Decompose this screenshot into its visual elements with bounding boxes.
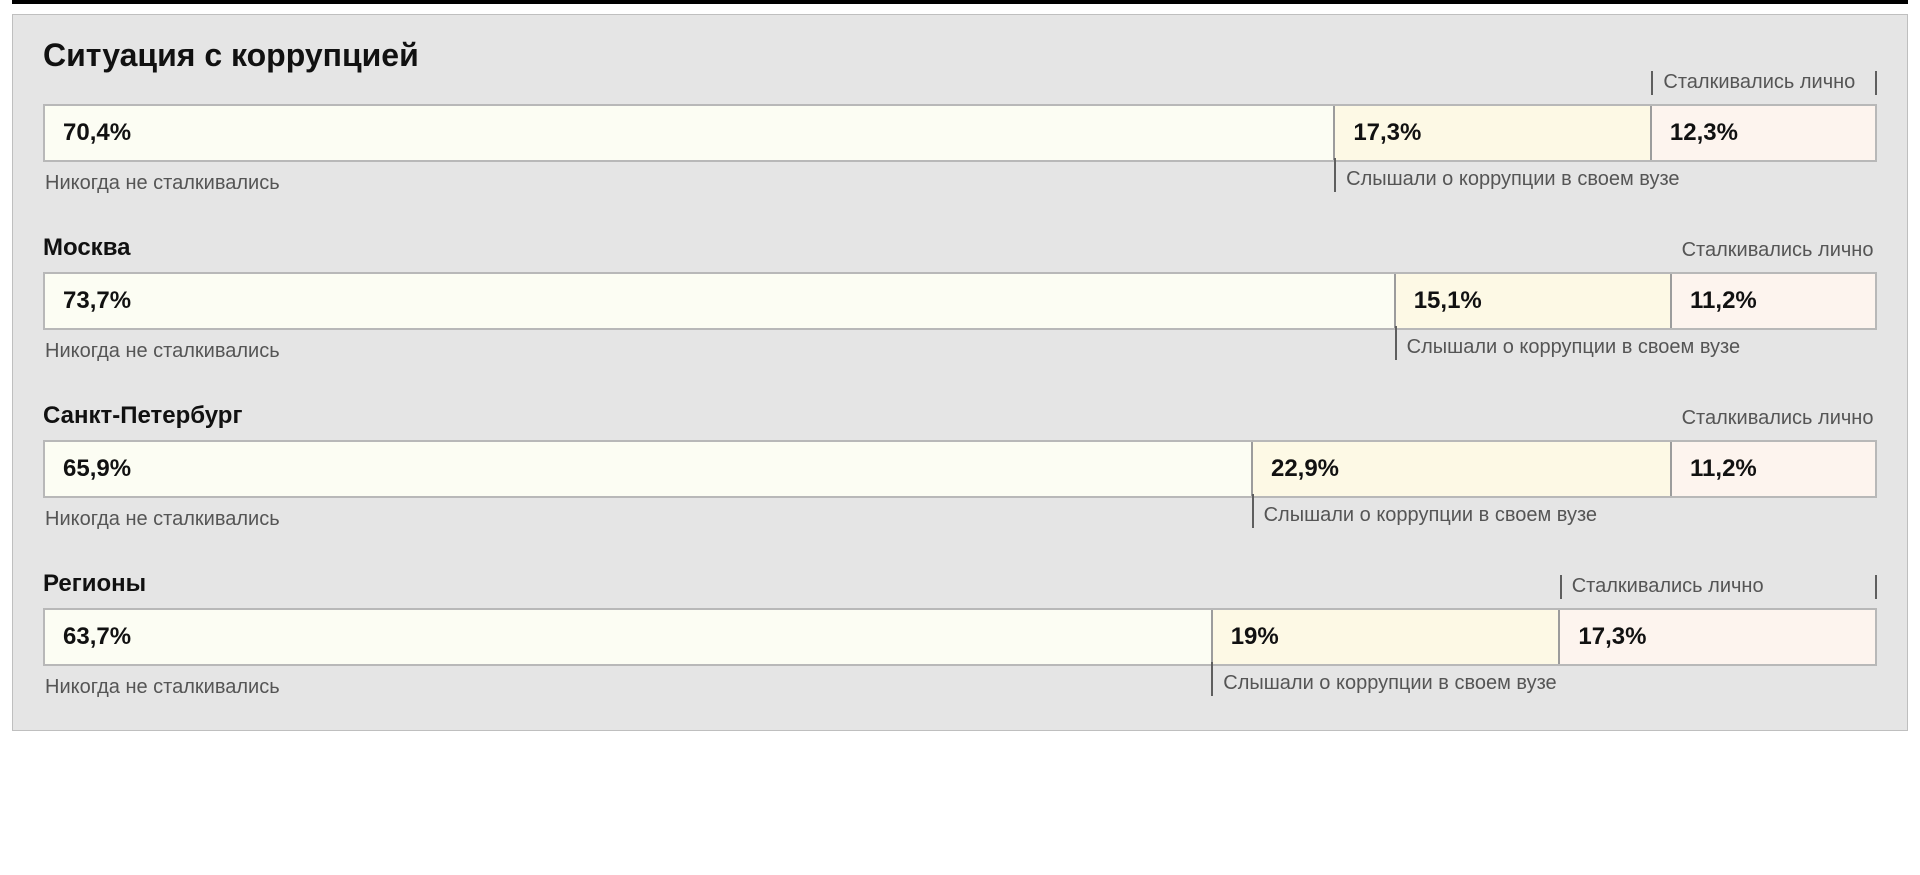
label-personal: Сталкивались лично [1562, 575, 1875, 600]
bar-segment: 15,1% [1394, 274, 1670, 328]
top-annotation: Сталкивались лично [1672, 239, 1877, 264]
label-heard-wrap: Слышали о коррупции в своем вузе [1211, 662, 1556, 696]
label-heard-wrap: Слышали о коррупции в своем вузе [1334, 158, 1679, 192]
divider [1875, 575, 1877, 599]
bar-segment-value: 70,4% [63, 119, 131, 147]
bar-segment-value: 63,7% [63, 623, 131, 651]
label-heard: Слышали о коррупции в своем вузе [1223, 662, 1556, 695]
stacked-bar: 70,4% 17,3% 12,3% [43, 104, 1877, 162]
label-never: Никогда не сталкивались [43, 676, 280, 704]
corruption-chart-panel: Ситуация с коррупцией Сталкивались лично… [12, 14, 1908, 731]
bar-segment: 19% [1211, 610, 1559, 664]
label-never: Никогда не сталкивались [43, 172, 280, 200]
bar-segment-value: 73,7% [63, 287, 131, 315]
stacked-bar: 63,7% 19% 17,3% [43, 608, 1877, 666]
top-annotation: Сталкивались лично [1651, 71, 1877, 96]
label-heard-wrap: Слышали о коррупции в своем вузе [1395, 326, 1740, 360]
group-name: Регионы [43, 570, 146, 598]
top-annotation: Сталкивались лично [1560, 575, 1877, 600]
divider [1395, 326, 1397, 360]
bar-segment-value: 19% [1231, 623, 1279, 651]
bar-segment-value: 65,9% [63, 455, 131, 483]
group-name: Санкт-Петербург [43, 402, 242, 430]
bar-segment: 11,2% [1670, 274, 1875, 328]
bar-segment: 73,7% [45, 274, 1394, 328]
bar-segment: 70,4% [45, 106, 1333, 160]
label-heard: Слышали о коррупции в своем вузе [1407, 326, 1740, 359]
stacked-bar: 65,9% 22,9% 11,2% [43, 440, 1877, 498]
bar-segment: 11,2% [1670, 442, 1875, 496]
group-footer: Никогда не сталкивалисьСлышали о коррупц… [43, 676, 1877, 704]
label-never: Никогда не сталкивались [43, 508, 280, 536]
chart-group: Санкт-Петербург Сталкивались лично 65,9% 22… [43, 402, 1877, 536]
chart-group: Сталкивались лично70,4%17,3%12,3%Никогда… [43, 94, 1877, 200]
bar-segment-value: 12,3% [1670, 119, 1738, 147]
divider [1211, 662, 1213, 696]
chart-group: Регионы Сталкивались лично 63,7% 19% 17,3% Ни… [43, 570, 1877, 704]
label-heard: Слышали о коррупции в своем вузе [1264, 494, 1597, 527]
bar-segment: 65,9% [45, 442, 1251, 496]
bar-segment-value: 11,2% [1690, 287, 1757, 315]
group-name: Москва [43, 234, 130, 262]
bar-segment-value: 15,1% [1414, 287, 1482, 315]
bar-segment: 12,3% [1650, 106, 1875, 160]
group-footer: Никогда не сталкивалисьСлышали о коррупц… [43, 172, 1877, 200]
bar-segment-value: 11,2% [1690, 455, 1757, 483]
bar-segment: 63,7% [45, 610, 1211, 664]
label-personal: Сталкивались лично [1672, 407, 1888, 432]
group-header: Санкт-Петербург Сталкивались лично [43, 402, 1877, 430]
group-header: Москва Сталкивались лично [43, 234, 1877, 262]
stacked-bar: 73,7% 15,1% 11,2% [43, 272, 1877, 330]
group-footer: Никогда не сталкивалисьСлышали о коррупц… [43, 340, 1877, 368]
bar-segment: 17,3% [1333, 106, 1650, 160]
bar-segment-value: 22,9% [1271, 455, 1339, 483]
bar-segment: 22,9% [1251, 442, 1670, 496]
group-header: Регионы Сталкивались лично [43, 570, 1877, 598]
label-never: Никогда не сталкивались [43, 340, 280, 368]
top-border [12, 0, 1908, 4]
bar-segment: 17,3% [1558, 610, 1875, 664]
chart-title: Ситуация с коррупцией [43, 37, 1877, 74]
divider [1252, 494, 1254, 528]
bar-segment-value: 17,3% [1578, 623, 1646, 651]
bar-segment-value: 17,3% [1353, 119, 1421, 147]
group-footer: Никогда не сталкивалисьСлышали о коррупц… [43, 508, 1877, 536]
label-heard: Слышали о коррупции в своем вузе [1346, 158, 1679, 191]
label-personal: Сталкивались лично [1672, 239, 1888, 264]
label-heard-wrap: Слышали о коррупции в своем вузе [1252, 494, 1597, 528]
divider [1875, 71, 1877, 95]
chart-group: Москва Сталкивались лично 73,7% 15,1% 11,2% Н… [43, 234, 1877, 368]
label-personal: Сталкивались лично [1653, 71, 1875, 96]
divider [1334, 158, 1336, 192]
top-annotation: Сталкивались лично [1672, 407, 1877, 432]
